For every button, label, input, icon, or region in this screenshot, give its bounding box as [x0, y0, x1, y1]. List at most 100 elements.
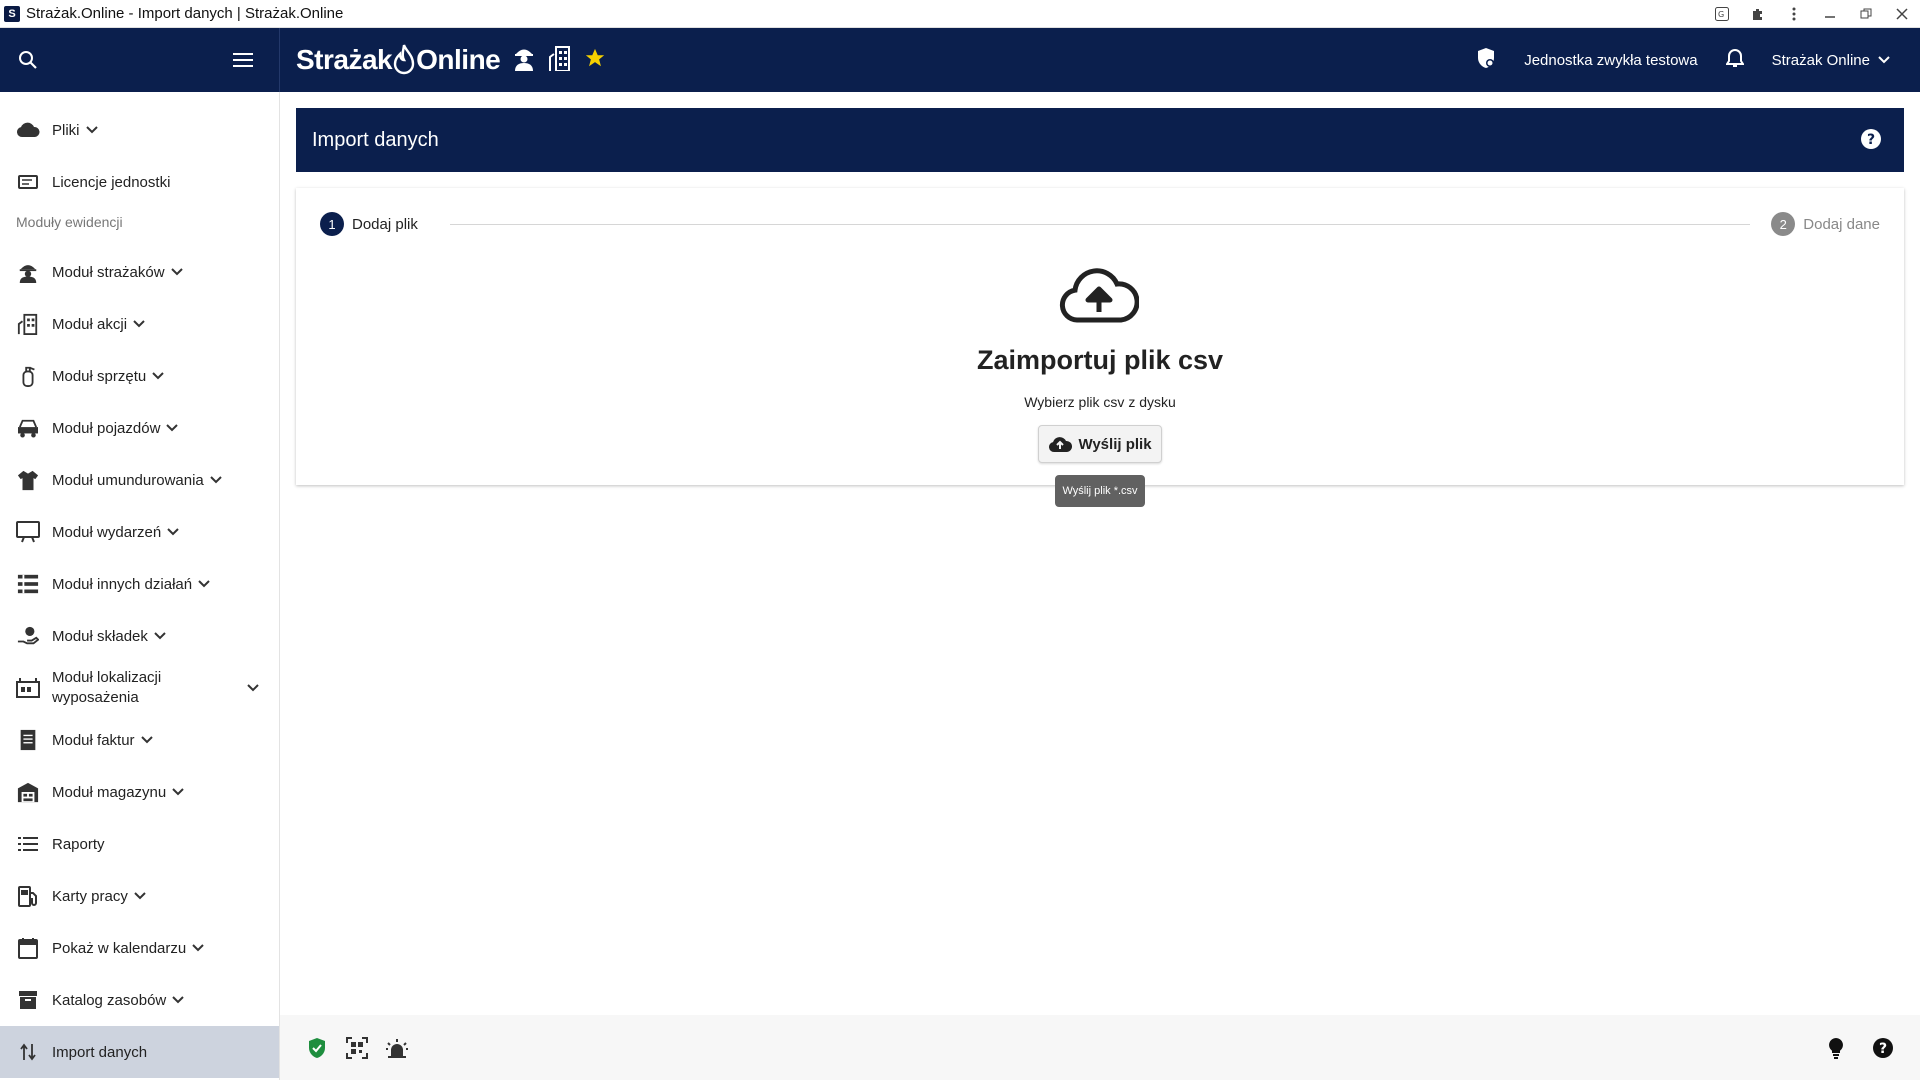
app-header: Strażak Online Jednostka zwykła testowa … [0, 28, 1920, 92]
equipment-location-icon [16, 676, 40, 700]
chevron-down-icon [133, 320, 145, 328]
sidebar-item-label: Licencje jednostki [52, 173, 171, 191]
sidebar-item-modul-strazakow[interactable]: Moduł strażaków [0, 246, 279, 298]
security-shield-icon[interactable] [1476, 47, 1496, 73]
send-file-label: Wyślij plik [1078, 435, 1152, 453]
sidebar-item-pokaz-w-kalendarzu[interactable]: Pokaż w kalendarzu [0, 922, 279, 974]
step-2[interactable]: 2 Dodaj dane [1771, 212, 1880, 236]
unit-name[interactable]: Jednostka zwykła testowa [1524, 52, 1697, 69]
cloud-upload-icon [1059, 268, 1140, 324]
step-label: Dodaj dane [1803, 215, 1880, 233]
sidebar-item-modul-faktur[interactable]: Moduł faktur [0, 714, 279, 766]
step-number: 1 [320, 212, 344, 236]
sidebar-item-label: Moduł wydarzeń [52, 523, 162, 541]
chevron-down-icon [167, 528, 179, 536]
sidebar-item-label: Import danych [52, 1043, 148, 1061]
siren-icon[interactable] [384, 1035, 410, 1061]
chevron-down-icon [152, 372, 164, 380]
sidebar-item-modul-skladek[interactable]: Moduł składek [0, 610, 279, 662]
sidebar-item-label: Moduł pojazdów [52, 419, 161, 437]
sidebar-item-karty-pracy[interactable]: Karty pracy [0, 870, 279, 922]
window-title: Strażak.Online - Import danych | Strażak… [26, 5, 344, 22]
sidebar-item-raporty[interactable]: Raporty [0, 818, 279, 870]
import-card: 1 Dodaj plik 2 Dodaj dane Zaimportuj pli… [296, 188, 1904, 485]
import-heading: Zaimportuj plik csv [976, 345, 1224, 375]
chevron-down-icon [170, 268, 183, 276]
sidebar-item-pliki[interactable]: Pliki [0, 104, 279, 156]
chevron-down-icon [140, 736, 153, 744]
step-number: 2 [1771, 212, 1796, 236]
list-icon [16, 832, 40, 856]
sidebar-item-modul-akcji[interactable]: Moduł akcji [0, 298, 279, 350]
minimize-icon[interactable] [1822, 6, 1838, 22]
search-icon[interactable] [10, 42, 46, 78]
sidebar-item-modul-wydarzen[interactable]: Moduł wydarzeń [0, 506, 279, 558]
sidebar-item-import-danych[interactable]: Import danych [0, 1026, 279, 1078]
stepper: 1 Dodaj plik 2 Dodaj dane [320, 212, 1880, 236]
close-icon[interactable] [1894, 6, 1910, 22]
chevron-down-icon [134, 892, 146, 900]
calendar-icon [16, 936, 40, 960]
send-file-button[interactable]: Wyślij plik [1038, 425, 1162, 463]
sidebar-item-modul-lokalizacji[interactable]: Moduł lokalizacji wyposażenia [0, 662, 279, 714]
sidebar-item-licencje[interactable]: Licencje jednostki [0, 156, 279, 208]
fuel-card-icon [16, 884, 40, 908]
sidebar-item-label: Pliki [52, 121, 80, 139]
notifications-bell-icon[interactable] [1724, 48, 1745, 72]
archive-icon [16, 988, 40, 1012]
firefighter-icon [16, 260, 40, 284]
qr-scan-icon[interactable] [344, 1035, 370, 1061]
building-fire-icon[interactable] [548, 45, 572, 76]
import-arrows-icon [16, 1040, 40, 1064]
help-icon[interactable]: ? [1860, 128, 1884, 152]
menu-icon[interactable] [225, 42, 261, 78]
events-icon [16, 520, 40, 544]
sidebar-item-label: Moduł akcji [52, 315, 128, 333]
sidebar-item-modul-innych-dzialan[interactable]: Moduł innych działań [0, 558, 279, 610]
extensions-icon[interactable] [1750, 6, 1766, 22]
lightbulb-icon[interactable] [1823, 1035, 1849, 1061]
uniform-icon [16, 468, 40, 492]
user-menu[interactable]: Strażak Online [1772, 52, 1890, 69]
sidebar-item-label: Pokaż w kalendarzu [52, 939, 187, 957]
restore-icon[interactable] [1858, 6, 1874, 22]
sidebar-item-label: Katalog zasobów [52, 991, 167, 1009]
translate-icon[interactable]: G [1714, 6, 1730, 22]
app-logo[interactable]: Strażak Online [296, 40, 606, 80]
chevron-down-icon [192, 944, 204, 952]
sidebar-item-katalog-zasobow[interactable]: Katalog zasobów [0, 974, 279, 1026]
sidebar-item-label: Moduł sprzętu [52, 367, 147, 385]
import-subheading: Wybierz plik csv z dysku [1024, 394, 1176, 410]
more-vert-icon[interactable] [1786, 6, 1802, 22]
favorite-star-icon[interactable] [584, 47, 606, 74]
chevron-down-icon [85, 126, 98, 134]
firefighter-icon[interactable] [512, 45, 536, 76]
sidebar-item-label: Moduł lokalizacji wyposażenia [52, 669, 162, 706]
page-title-bar: Import danych ? [296, 108, 1904, 172]
chevron-down-icon [198, 580, 210, 588]
step-label: Dodaj plik [352, 215, 418, 233]
chevron-down-icon [154, 632, 166, 640]
sidebar-item-modul-magazynu[interactable]: Moduł magazynu [0, 766, 279, 818]
sidebar-item-label: Moduł magazynu [52, 783, 167, 801]
svg-text:?: ? [1867, 132, 1875, 148]
activities-icon [16, 572, 40, 596]
step-1[interactable]: 1 Dodaj plik [320, 212, 418, 236]
shield-check-icon[interactable] [304, 1035, 330, 1061]
building-fire-icon [16, 312, 40, 336]
sidebar-item-modul-pojazdow[interactable]: Moduł pojazdów [0, 402, 279, 454]
sidebar-header [0, 28, 280, 92]
page-title: Import danych [312, 128, 439, 151]
sidebar-section-label: Moduły ewidencji [16, 214, 123, 230]
help-icon[interactable]: ? [1870, 1035, 1896, 1061]
cloud-icon [16, 118, 40, 142]
sidebar-item-modul-sprzetu[interactable]: Moduł sprzętu [0, 350, 279, 402]
license-icon [16, 170, 40, 194]
logo-text-right: Online [416, 44, 501, 75]
sidebar-item-label: Moduł składek [52, 627, 148, 645]
send-file-tooltip: Wyślij plik *.csv [1055, 475, 1145, 507]
chevron-down-icon [1878, 56, 1890, 64]
chevron-down-icon [166, 424, 179, 432]
svg-text:G: G [1718, 10, 1724, 19]
sidebar-item-modul-umundurowania[interactable]: Moduł umundurowania [0, 454, 279, 506]
